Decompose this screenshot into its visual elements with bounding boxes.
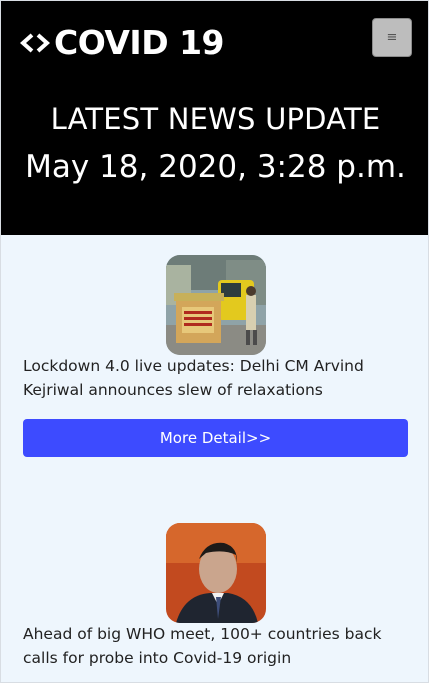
brand[interactable]: COVID 19 (20, 23, 225, 62)
hamburger-icon: ≡ (386, 30, 398, 45)
news-headline-1[interactable]: Lockdown 4.0 live updates: Delhi CM Arvi… (23, 354, 413, 402)
brand-title: COVID 19 (54, 23, 225, 62)
news-list: Lockdown 4.0 live updates: Delhi CM Arvi… (1, 235, 428, 682)
news-headline-2[interactable]: Ahead of big WHO meet, 100+ countries ba… (23, 622, 413, 670)
update-datetime: May 18, 2020, 3:28 p.m. (25, 149, 406, 185)
page-headline: LATEST NEWS UPDATE (50, 102, 381, 136)
page-frame: COVID 19 ≡ LATEST NEWS UPDATE May 18, 20… (0, 0, 429, 683)
header: COVID 19 ≡ LATEST NEWS UPDATE May 18, 20… (1, 1, 428, 235)
menu-toggle-button[interactable]: ≡ (372, 18, 412, 57)
more-detail-button[interactable]: More Detail>> (23, 419, 408, 457)
lockdown-barricade-photo[interactable] (166, 255, 266, 355)
diamond-logo-icon (20, 33, 50, 53)
xi-jinping-photo[interactable] (166, 523, 266, 623)
